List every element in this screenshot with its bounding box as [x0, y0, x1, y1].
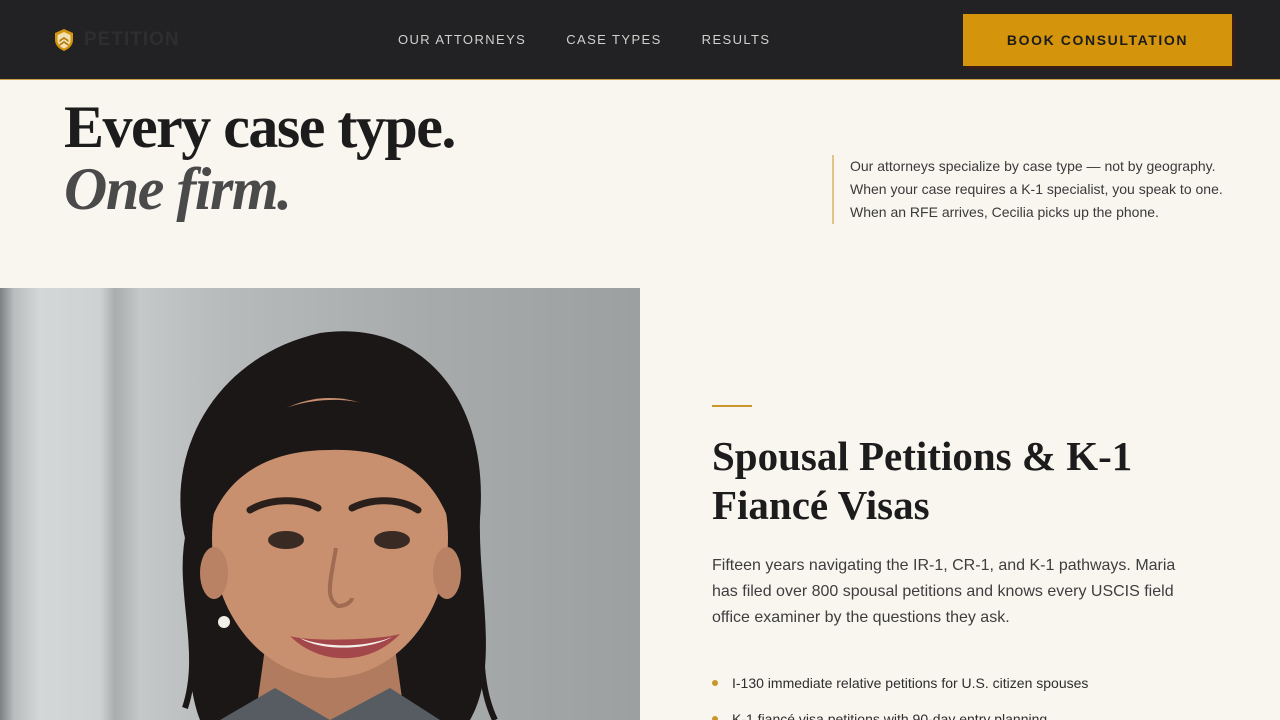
- hero-intro-text: Our attorneys specialize by case type — …: [832, 155, 1232, 224]
- list-item: K-1 fiancé visa petitions with 90-day en…: [712, 710, 1232, 720]
- bullet-dot-icon: [712, 680, 718, 686]
- nav-link-results[interactable]: RESULTS: [702, 32, 771, 47]
- brand-logo[interactable]: PETITION: [52, 26, 180, 54]
- hero-title: Every case type. One firm.: [64, 94, 456, 222]
- hero-title-line-1: Every case type.: [64, 94, 456, 160]
- portrait-illustration: [180, 331, 498, 720]
- section-accent-line: [712, 405, 752, 407]
- practice-area-bullets: I-130 immediate relative petitions for U…: [712, 674, 1232, 720]
- hero-title-line-2: One firm.: [64, 156, 292, 222]
- nav-link-our-attorneys[interactable]: OUR ATTORNEYS: [398, 32, 526, 47]
- main-menu: OUR ATTORNEYS CASE TYPES RESULTS: [398, 32, 770, 47]
- attorney-portrait: [0, 288, 640, 720]
- practice-area-title: Spousal Petitions & K-1 Fiancé Visas: [712, 433, 1133, 528]
- list-item-text: K-1 fiancé visa petitions with 90-day en…: [732, 711, 1048, 720]
- shield-chevron-icon: [55, 29, 73, 51]
- bullet-dot-icon: [712, 716, 718, 720]
- nav-link-case-types[interactable]: CASE TYPES: [566, 32, 661, 47]
- list-item-text: I-130 immediate relative petitions for U…: [732, 675, 1089, 691]
- list-item: I-130 immediate relative petitions for U…: [712, 674, 1232, 692]
- practice-area-description: Fifteen years navigating the IR-1, CR-1,…: [712, 557, 1176, 626]
- book-consultation-button[interactable]: BOOK CONSULTATION: [963, 14, 1232, 66]
- top-navigation: PETITION OUR ATTORNEYS CASE TYPES RESULT…: [0, 0, 1280, 80]
- brand-name: PETITION: [84, 29, 180, 50]
